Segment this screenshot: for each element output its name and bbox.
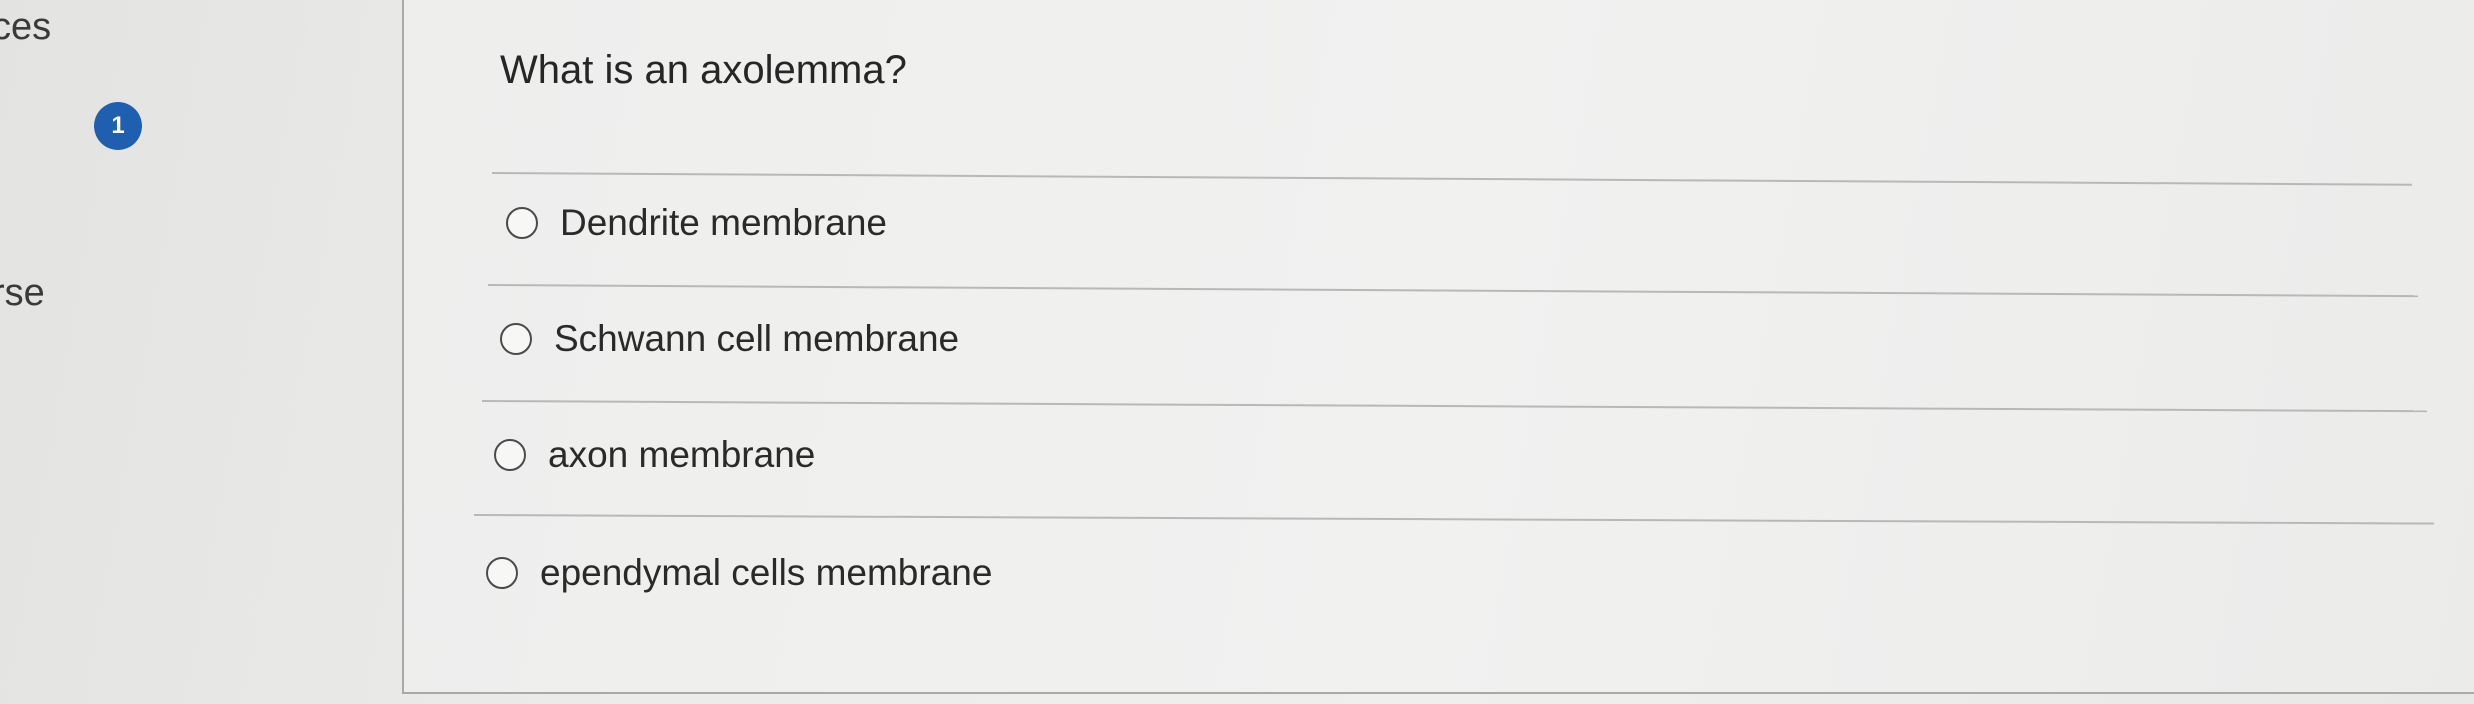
answer-option-axon-membrane[interactable]: axon membrane (494, 434, 815, 476)
sidebar-label-fragment[interactable]: rse (0, 272, 45, 315)
option-label: Schwann cell membrane (554, 318, 960, 359)
option-label: ependymal cells membrane (540, 552, 993, 593)
question-number-badge[interactable]: 1 (94, 102, 142, 150)
answer-option-dendrite-membrane[interactable]: Dendrite membrane (506, 202, 887, 244)
radio-button[interactable] (494, 439, 526, 471)
answer-option-ependymal-cells-membrane[interactable]: ependymal cells membrane (486, 552, 992, 594)
option-label: Dendrite membrane (560, 202, 887, 243)
answer-option-schwann-cell-membrane[interactable]: Schwann cell membrane (500, 318, 959, 360)
radio-button[interactable] (486, 557, 518, 589)
option-label: axon membrane (548, 434, 816, 475)
question-text: What is an axolemma? (500, 48, 907, 92)
sidebar-label-fragment[interactable]: ces (0, 6, 51, 49)
radio-button[interactable] (506, 207, 538, 239)
radio-button[interactable] (500, 323, 532, 355)
